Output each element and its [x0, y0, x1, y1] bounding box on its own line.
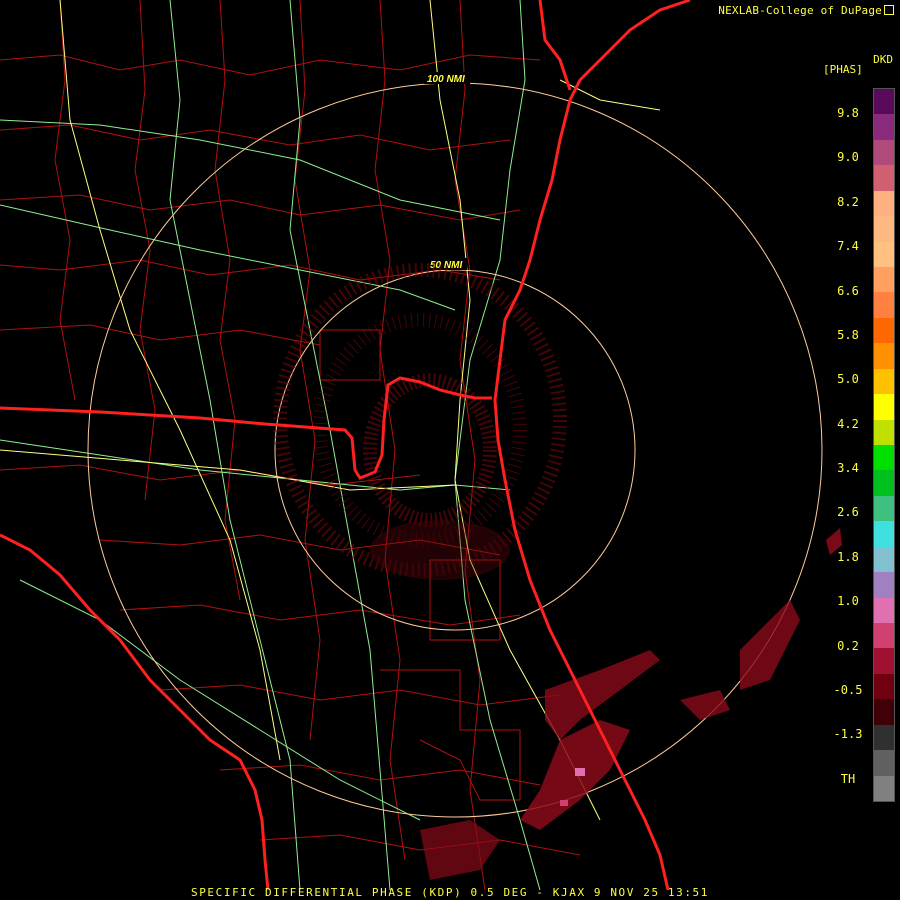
color-band	[874, 292, 894, 319]
color-scale-tick: 0.2	[837, 639, 859, 653]
credit-text: NEXLAB-College of DuPage	[718, 4, 882, 17]
color-band	[874, 495, 894, 522]
color-band	[874, 190, 894, 217]
color-band	[874, 546, 894, 573]
color-scale-tick: -0.5	[833, 683, 863, 697]
color-band	[874, 445, 894, 471]
color-band	[874, 597, 894, 624]
color-scale-tick: 5.8	[837, 328, 859, 342]
color-band	[874, 139, 894, 166]
color-band	[874, 267, 894, 293]
color-band	[874, 394, 894, 421]
color-band	[874, 317, 894, 344]
color-band	[874, 699, 894, 726]
color-scale-tick: -1.3	[833, 727, 863, 741]
color-band	[874, 114, 894, 141]
radar-echoes	[273, 263, 842, 880]
color-scale-tick: 2.6	[837, 505, 859, 519]
color-scale-tick: 7.4	[837, 239, 859, 253]
range-ring-100-label: 100 NMI	[427, 74, 465, 85]
color-band	[874, 724, 894, 751]
color-scale-tick: TH	[840, 772, 856, 786]
color-band	[874, 623, 894, 649]
color-scale-tick: 9.8	[837, 106, 859, 120]
color-scale-tick: 5.0	[837, 372, 859, 386]
nexlab-credit: NEXLAB-College of DuPage	[718, 4, 894, 17]
echo-band-4	[680, 690, 730, 720]
echo-band-5	[420, 820, 500, 880]
legend-unit: [PHAS]	[823, 63, 863, 76]
color-band	[874, 521, 894, 548]
link-icon[interactable]	[884, 5, 894, 15]
radar-map[interactable]: 50 NMI 100 NMI	[0, 0, 900, 900]
product-footer: SPECIFIC DIFFERENTIAL PHASE (KDP) 0.5 DE…	[190, 886, 710, 899]
color-band	[874, 343, 894, 370]
color-scale-bar	[873, 88, 895, 802]
color-scale-tick: 3.4	[837, 461, 859, 475]
color-scale-tick: 8.2	[837, 195, 859, 209]
color-band	[874, 419, 894, 446]
clutter-field	[273, 263, 567, 580]
legend-product-code: DKD	[873, 53, 893, 66]
color-band	[874, 241, 894, 268]
color-scale-tick: 6.6	[837, 284, 859, 298]
color-band	[874, 368, 894, 395]
color-band	[874, 216, 894, 243]
color-band	[874, 648, 894, 675]
county-borders	[0, 0, 581, 891]
color-band	[874, 775, 894, 802]
color-band	[874, 470, 894, 497]
color-scale-tick: 1.8	[837, 550, 859, 564]
color-scale-tick: 1.0	[837, 594, 859, 608]
color-band	[874, 165, 894, 192]
color-band	[874, 89, 894, 115]
color-scale-tick: 4.2	[837, 417, 859, 431]
color-band	[874, 673, 894, 700]
color-scale-tick: 9.0	[837, 150, 859, 164]
color-band	[874, 750, 894, 777]
color-band	[874, 572, 894, 599]
echo-band-3	[740, 600, 800, 690]
